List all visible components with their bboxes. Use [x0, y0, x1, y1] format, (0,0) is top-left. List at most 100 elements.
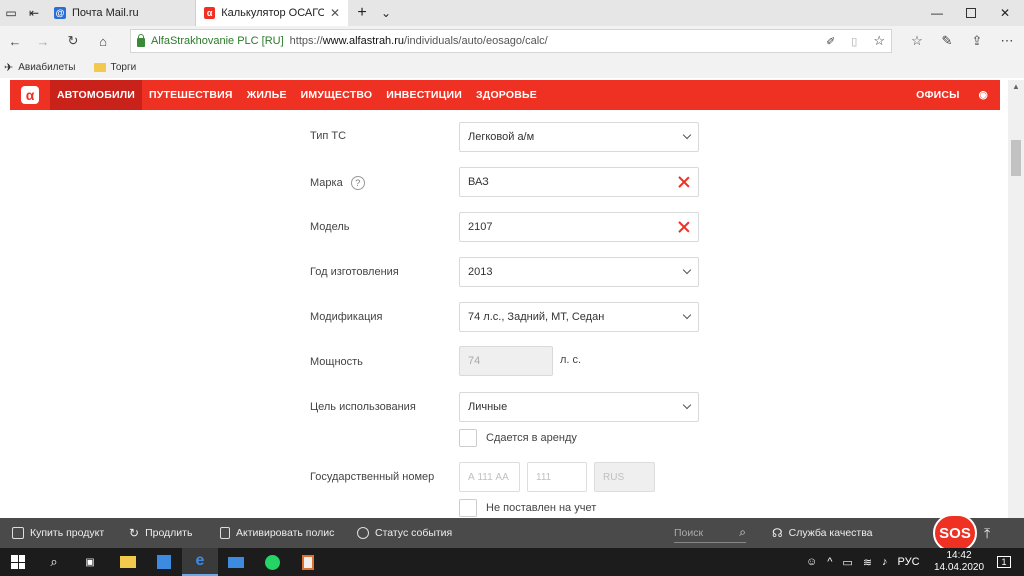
wifi-icon[interactable]: ≋: [863, 556, 872, 569]
accessibility-eye-icon[interactable]: ◉: [967, 80, 1000, 110]
year-select[interactable]: 2013: [459, 257, 699, 287]
purpose-value: Личные: [468, 401, 508, 413]
brand-input[interactable]: ВАЗ: [459, 167, 699, 197]
reader-icon[interactable]: ✐: [826, 35, 835, 48]
not-registered-checkbox[interactable]: [459, 499, 477, 517]
scroll-thumb[interactable]: [1011, 140, 1021, 176]
nav-investments[interactable]: ИНВЕСТИЦИИ: [379, 80, 469, 110]
event-status-button[interactable]: Статус события: [357, 518, 452, 548]
windows-logo-icon: [11, 555, 25, 569]
bookmark-torgi[interactable]: Торги: [93, 62, 136, 73]
purpose-select[interactable]: Личные: [459, 392, 699, 422]
rent-checkbox-label[interactable]: Сдается в аренду: [486, 432, 577, 444]
share-icon[interactable]: ⇪: [966, 30, 988, 52]
vehicle-type-value: Легковой а/м: [468, 131, 535, 143]
check-circle-icon: [357, 527, 369, 539]
language-indicator[interactable]: РУС: [898, 556, 920, 568]
back-button[interactable]: ←: [4, 30, 26, 52]
action-center-icon[interactable]: 1: [986, 548, 1022, 576]
plate-region-input[interactable]: 111: [527, 462, 587, 492]
tab-manager-icon[interactable]: ▭: [0, 0, 22, 26]
sos-button[interactable]: SOS: [933, 514, 977, 552]
start-button[interactable]: [0, 548, 36, 576]
reading-view-icon[interactable]: ▯: [851, 35, 857, 48]
search-taskbar-icon[interactable]: ⌕: [36, 548, 72, 576]
renew-label: Продлить: [145, 527, 193, 539]
forward-button[interactable]: →: [32, 30, 54, 52]
plate-country: RUS: [594, 462, 655, 492]
quality-service-button[interactable]: ☊ Служба качества: [772, 518, 873, 548]
clear-model-icon[interactable]: [678, 221, 690, 233]
restore-button[interactable]: [954, 0, 988, 26]
nav-health[interactable]: ЗДОРОВЬЕ: [469, 80, 544, 110]
url-input[interactable]: AlfaStrakhovanie PLC [RU] https://www.al…: [130, 29, 892, 53]
notes-icon[interactable]: ✎: [936, 30, 958, 52]
lock-icon: [137, 33, 145, 47]
year-value: 2013: [468, 266, 493, 278]
tab-mail[interactable]: @ Почта Mail.ru: [46, 0, 196, 26]
chevron-down-icon: [682, 130, 692, 140]
nav-housing[interactable]: ЖИЛЬЕ: [240, 80, 294, 110]
activate-policy-button[interactable]: Активировать полис: [220, 518, 334, 548]
new-tab-button[interactable]: +: [350, 0, 374, 26]
task-view-icon[interactable]: ▣: [72, 548, 108, 576]
scroll-top-arrow-icon[interactable]: ⤒: [984, 518, 990, 548]
tab-list-chevron-icon[interactable]: ⌄: [374, 0, 398, 26]
chevron-down-icon: [682, 400, 692, 410]
power-input: 74: [459, 346, 553, 376]
nav-travel[interactable]: ПУТЕШЕСТВИЯ: [142, 80, 240, 110]
alfa-logo[interactable]: α: [10, 80, 50, 110]
store-icon[interactable]: [146, 548, 182, 576]
search-icon[interactable]: ⌕: [739, 525, 746, 540]
chevron-down-icon: [682, 265, 692, 275]
battery-icon[interactable]: ▭: [842, 556, 852, 569]
scroll-up-arrow[interactable]: ▲: [1012, 82, 1020, 91]
volume-icon[interactable]: ♪: [882, 556, 888, 568]
clear-brand-icon[interactable]: [678, 176, 690, 188]
people-icon[interactable]: ☺: [806, 556, 817, 568]
close-tab-icon[interactable]: ✕: [330, 6, 340, 20]
not-registered-label[interactable]: Не поставлен на учет: [486, 502, 596, 514]
home-button[interactable]: ⌂: [92, 30, 114, 52]
help-icon[interactable]: ?: [350, 176, 365, 190]
tab-title: Калькулятор ОСАГО 20: [221, 7, 324, 19]
file-explorer-icon[interactable]: [110, 548, 146, 576]
nav-offices[interactable]: ОФИСЫ: [909, 80, 967, 110]
whatsapp-icon[interactable]: [254, 548, 290, 576]
nav-auto[interactable]: АВТОМОБИЛИ: [50, 80, 143, 110]
plate-number-input[interactable]: А 111 АА: [459, 462, 520, 492]
page-scrollbar[interactable]: ▲: [1008, 80, 1024, 518]
status-label: Статус события: [375, 527, 453, 539]
search-placeholder: Поиск: [674, 526, 704, 539]
tray-chevron-up-icon[interactable]: ^: [827, 556, 832, 568]
plane-icon: ✈: [4, 61, 14, 74]
close-window-button[interactable]: ✕: [988, 0, 1022, 26]
document-app-icon[interactable]: [290, 548, 326, 576]
more-icon[interactable]: ⋯: [996, 30, 1018, 52]
tab-preview-icon[interactable]: ⇤: [22, 0, 46, 26]
vehicle-type-select[interactable]: Легковой а/м: [459, 122, 699, 152]
site-search-input[interactable]: Поиск ⌕: [674, 523, 746, 543]
clock[interactable]: 14:42 14.04.2020: [934, 548, 984, 576]
favorites-icon[interactable]: ☆: [906, 30, 928, 52]
power-label: Мощность: [310, 356, 363, 368]
mail-app-icon[interactable]: [218, 548, 254, 576]
model-input[interactable]: 2107: [459, 212, 699, 242]
address-bar: ← → ↻ ⌂ AlfaStrakhovanie PLC [RU] https:…: [0, 26, 1024, 56]
favorite-star-icon[interactable]: ☆: [873, 33, 885, 49]
chevron-down-icon: [682, 310, 692, 320]
power-value: 74: [468, 355, 481, 367]
certificate-owner[interactable]: AlfaStrakhovanie PLC [RU]: [151, 35, 284, 47]
rent-checkbox[interactable]: [459, 429, 477, 447]
refresh-button[interactable]: ↻: [62, 30, 84, 52]
renew-button[interactable]: ↻ Продлить: [129, 518, 192, 548]
modification-select[interactable]: 74 л.с., Задний, МТ, Седан: [459, 302, 699, 332]
plate-label: Государственный номер: [310, 471, 435, 483]
tab-osago-calculator[interactable]: α Калькулятор ОСАГО 20 ✕: [196, 0, 348, 26]
bookmark-aviabilety[interactable]: ✈ Авиабилеты: [4, 61, 76, 74]
windows-taskbar: ⌕ ▣ e ☺ ^ ▭ ≋ ♪ РУС 14:42 14.04.2020 1: [0, 548, 1024, 576]
buy-product-button[interactable]: Купить продукт: [12, 518, 104, 548]
edge-browser-icon[interactable]: e: [182, 548, 218, 576]
nav-property[interactable]: ИМУЩЕСТВО: [294, 80, 380, 110]
minimize-button[interactable]: —: [920, 0, 954, 26]
